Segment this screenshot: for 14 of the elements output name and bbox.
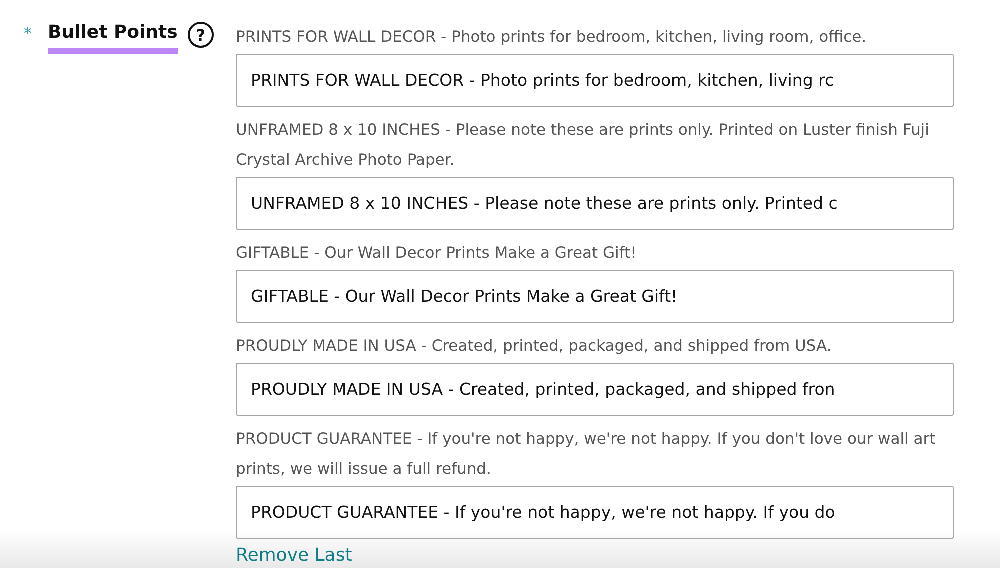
input-field[interactable]: PRINTS FOR WALL DECOR - Photo prints for bedroom, kitchen, living rc — [236, 54, 954, 107]
input-field[interactable]: GIFTABLE - Our Wall Decor Prints Make a Great Gift! — [236, 270, 954, 323]
hint-text: GIFTABLE - Our Wall Decor Prints Make a Great Gift! — [236, 243, 638, 264]
input-field[interactable]: UNFRAMED 8 x 10 INCHES - Please note these are prints only. Printed c — [236, 177, 954, 230]
remove-last-link[interactable]: Remove Last — [236, 545, 352, 566]
hint-text: PRODUCT GUARANTEE - If you're not happy, we're not happy. If you don't love our wall art prints, we will issue a full refund. — [236, 429, 937, 480]
hint-text: PRINTS FOR WALL DECOR - Photo prints for bedroom, kitchen, living room, office. — [236, 27, 868, 48]
help-icon[interactable]: ? — [188, 22, 214, 48]
hint-text: UNFRAMED 8 x 10 INCHES - Please note these are prints only. Printed on Luster finish Fuji Crystal Archive Photo Paper. — [236, 120, 930, 171]
input-field[interactable]: PRODUCT GUARANTEE - If you're not happy, we're not happy. If you do — [236, 486, 954, 539]
hint-text: PROUDLY MADE IN USA - Created, printed, packaged, and shipped from USA. — [236, 336, 833, 357]
field-label: Bullet Points — [48, 22, 178, 54]
input-field[interactable]: PROUDLY MADE IN USA - Created, printed, packaged, and shipped fron — [236, 363, 954, 416]
required-mark: * — [24, 24, 32, 43]
